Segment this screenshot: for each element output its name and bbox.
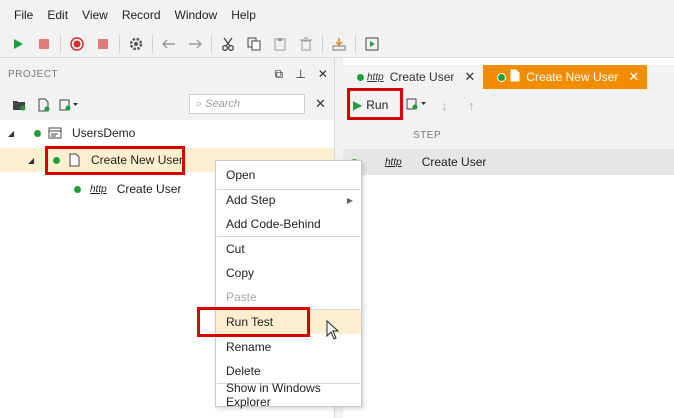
menu-item-label: Delete [226, 364, 261, 378]
record-icon[interactable] [67, 34, 87, 54]
status-dot-icon [497, 72, 507, 82]
toolbar-separator [152, 34, 153, 53]
stop-record-icon[interactable] [93, 34, 113, 54]
close-icon[interactable]: ✕ [312, 67, 334, 81]
clear-search-icon[interactable]: ✕ [315, 96, 326, 112]
context-menu: Open Add Step ▶ Add Code-Behind Cut Copy… [215, 160, 362, 409]
project-icon [48, 125, 62, 141]
menu-item-label: Cut [226, 242, 245, 256]
delete-icon[interactable] [296, 34, 316, 54]
menu-item-add-code-behind[interactable]: Add Code-Behind [216, 212, 361, 236]
step-row[interactable]: http Create User [343, 149, 674, 175]
editor-tabs: http Create User ✕ Create New User ✕ [343, 65, 674, 89]
expand-arrow-icon[interactable]: ◢ [28, 156, 38, 165]
stop-icon[interactable] [34, 34, 54, 54]
status-dot-icon [34, 129, 41, 137]
search-icon: ⌕ [196, 97, 203, 110]
menu-item-copy[interactable]: Copy [216, 261, 361, 285]
menu-item-label: Add Step [226, 193, 276, 207]
status-dot-icon [74, 185, 81, 193]
menu-file[interactable]: File [7, 8, 40, 22]
tree-item-root[interactable]: ◢ UsersDemo [8, 121, 135, 145]
steps-grid-header: STEP [343, 121, 674, 149]
search-placeholder: Search [205, 98, 241, 110]
toolbar-separator [211, 34, 212, 53]
http-badge-icon: http [90, 183, 107, 195]
toolbar-separator [60, 34, 61, 53]
menu-item-label: Add Code-Behind [226, 217, 321, 231]
step-label: Create User [421, 155, 487, 169]
menu-item-label: Paste [226, 290, 257, 304]
tree-item-create-user[interactable]: http Create User [74, 177, 181, 201]
close-tab-icon[interactable]: ✕ [628, 69, 639, 85]
menu-help[interactable]: Help [224, 8, 263, 22]
undo-icon[interactable] [159, 34, 179, 54]
http-badge-icon: http [385, 156, 402, 168]
toolbar-separator [355, 34, 356, 53]
expand-arrow-icon[interactable]: ◢ [8, 129, 18, 138]
pin-icon[interactable]: ⊥ [290, 67, 312, 81]
move-down-icon[interactable]: ↓ [433, 98, 455, 113]
editor-body [343, 175, 674, 418]
paste-icon[interactable] [270, 34, 290, 54]
tab-label: Create New User [526, 70, 619, 84]
highlight-frame [197, 307, 310, 337]
menu-item-label: Rename [226, 340, 272, 354]
cut-icon[interactable] [218, 34, 238, 54]
menu-item-paste[interactable]: Paste [216, 285, 361, 309]
project-panel-title: PROJECT [8, 68, 59, 80]
close-tab-icon[interactable]: ✕ [464, 69, 475, 85]
menu-item-cut[interactable]: Cut [216, 237, 361, 261]
highlight-frame [45, 146, 185, 175]
menu-item-delete[interactable]: Delete [216, 359, 361, 383]
main-toolbar [0, 30, 674, 58]
tab-create-user[interactable]: http Create User ✕ [343, 65, 483, 89]
menu-item-label: Show in Windows Explorer [226, 381, 321, 409]
redo-icon[interactable] [185, 34, 205, 54]
toolbar-separator [119, 34, 120, 53]
menu-item-show-in-explorer[interactable]: Show in Windows Explorer [216, 381, 361, 409]
menu-bar: File Edit View Record Window Help [0, 0, 674, 30]
menu-view[interactable]: View [75, 8, 115, 22]
add-step-dropdown-icon[interactable] [58, 95, 80, 115]
tree-item-label: Create User [116, 182, 182, 196]
menu-item-open[interactable]: Open [216, 163, 361, 187]
column-step: STEP [413, 129, 442, 141]
tree-item-label: UsersDemo [72, 126, 136, 140]
add-folder-icon[interactable] [8, 95, 30, 115]
tab-create-new-user[interactable]: Create New User ✕ [483, 65, 648, 89]
project-panel-header: PROJECT ⧉ ⊥ ✕ [0, 58, 334, 90]
search-input[interactable]: ⌕ Search [189, 94, 305, 114]
menu-item-add-step[interactable]: Add Step ▶ [216, 188, 361, 212]
toolbar-separator [322, 34, 323, 53]
move-up-icon[interactable]: ↑ [460, 98, 482, 113]
play-icon[interactable] [8, 34, 28, 54]
submenu-arrow-icon: ▶ [346, 195, 353, 205]
copy-icon[interactable] [244, 34, 264, 54]
tab-label: Create User [389, 70, 455, 84]
run-window-icon[interactable] [362, 34, 382, 54]
export-icon[interactable] [329, 34, 349, 54]
menu-item-label: Copy [226, 266, 255, 280]
menu-window[interactable]: Window [168, 8, 225, 22]
add-file-icon[interactable] [33, 95, 55, 115]
status-dot-icon [357, 73, 364, 81]
highlight-frame [347, 88, 403, 120]
menu-edit[interactable]: Edit [40, 8, 75, 22]
http-badge-icon: http [367, 71, 384, 83]
menu-record[interactable]: Record [115, 8, 168, 22]
file-icon [510, 69, 520, 85]
settings-icon[interactable] [126, 34, 146, 54]
mouse-cursor-icon [326, 319, 340, 343]
add-step-dropdown-icon[interactable] [406, 97, 428, 114]
maximize-icon[interactable]: ⧉ [268, 67, 290, 82]
menu-item-label: Open [226, 168, 256, 182]
